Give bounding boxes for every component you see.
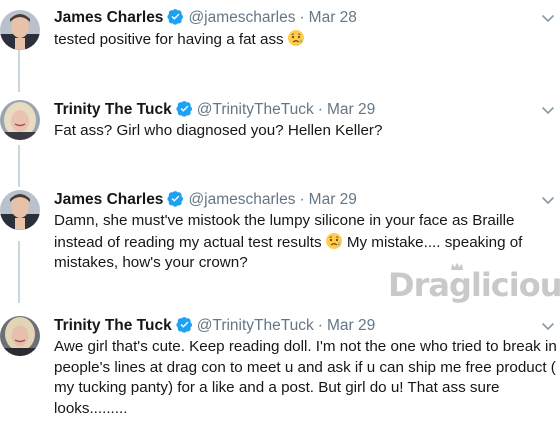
tweet-header: James Charles @jamescharles · Mar 29: [54, 190, 357, 210]
avatar[interactable]: [0, 316, 40, 356]
author-handle[interactable]: @TrinityTheTuck: [197, 101, 314, 118]
author-handle[interactable]: @TrinityTheTuck: [197, 317, 314, 334]
author-name[interactable]: Trinity The Tuck: [54, 101, 172, 118]
avatar[interactable]: [0, 100, 40, 140]
verified-badge-icon: [176, 101, 192, 117]
tweet-header: Trinity The Tuck @TrinityTheTuck · Mar 29: [54, 100, 375, 120]
chevron-down-icon[interactable]: [540, 192, 556, 208]
tweet-header: Trinity The Tuck @TrinityTheTuck · Mar 29: [54, 316, 375, 336]
author-name[interactable]: James Charles: [54, 191, 163, 208]
tweet-header: James Charles @jamescharles · Mar 28: [54, 8, 357, 28]
separator-dot: ·: [317, 101, 323, 118]
tweet-text-content: Awe girl that's cute. Keep reading doll.…: [54, 338, 557, 417]
thread-connector-line: [18, 50, 20, 92]
chevron-down-icon[interactable]: [540, 102, 556, 118]
crown-icon: [451, 262, 463, 270]
author-handle[interactable]: @jamescharles: [188, 9, 295, 26]
chevron-down-icon[interactable]: [540, 10, 556, 26]
tweet-text-content: tested positive for having a fat ass: [54, 31, 284, 48]
tweet-date[interactable]: Mar 28: [309, 9, 357, 26]
tweet-date[interactable]: Mar 29: [309, 191, 357, 208]
watermark-logo: Draglicious: [388, 262, 560, 310]
separator-dot: ·: [299, 9, 305, 26]
watermark-text: Draglicious: [388, 266, 560, 304]
author-name[interactable]: James Charles: [54, 9, 163, 26]
tweet-text: Awe girl that's cute. Keep reading doll.…: [54, 337, 560, 419]
author-handle[interactable]: @jamescharles: [188, 191, 295, 208]
separator-dot: ·: [317, 317, 323, 334]
thread-connector-line: [18, 145, 20, 187]
chevron-down-icon[interactable]: [540, 318, 556, 334]
verified-badge-icon: [176, 317, 192, 333]
avatar[interactable]: [0, 10, 40, 50]
tweet-text: Fat ass? Girl who diagnosed you? Hellen …: [54, 121, 560, 142]
author-name[interactable]: Trinity The Tuck: [54, 317, 172, 334]
worried-face-icon: [287, 30, 304, 46]
tweet-date[interactable]: Mar 29: [327, 101, 375, 118]
tweet-thread: James Charles @jamescharles · Mar 28 tested…: [0, 0, 560, 434]
verified-badge-icon: [167, 191, 184, 207]
worried-face-icon: [325, 232, 342, 249]
thread-connector-line: [18, 241, 20, 303]
verified-badge-icon: [167, 9, 184, 25]
separator-dot: ·: [299, 191, 305, 208]
tweet-text: tested positive for having a fat ass: [54, 29, 560, 51]
avatar[interactable]: [0, 190, 40, 230]
tweet-date[interactable]: Mar 29: [327, 317, 375, 334]
tweet-text-content: Fat ass? Girl who diagnosed you? Hellen …: [54, 122, 383, 139]
